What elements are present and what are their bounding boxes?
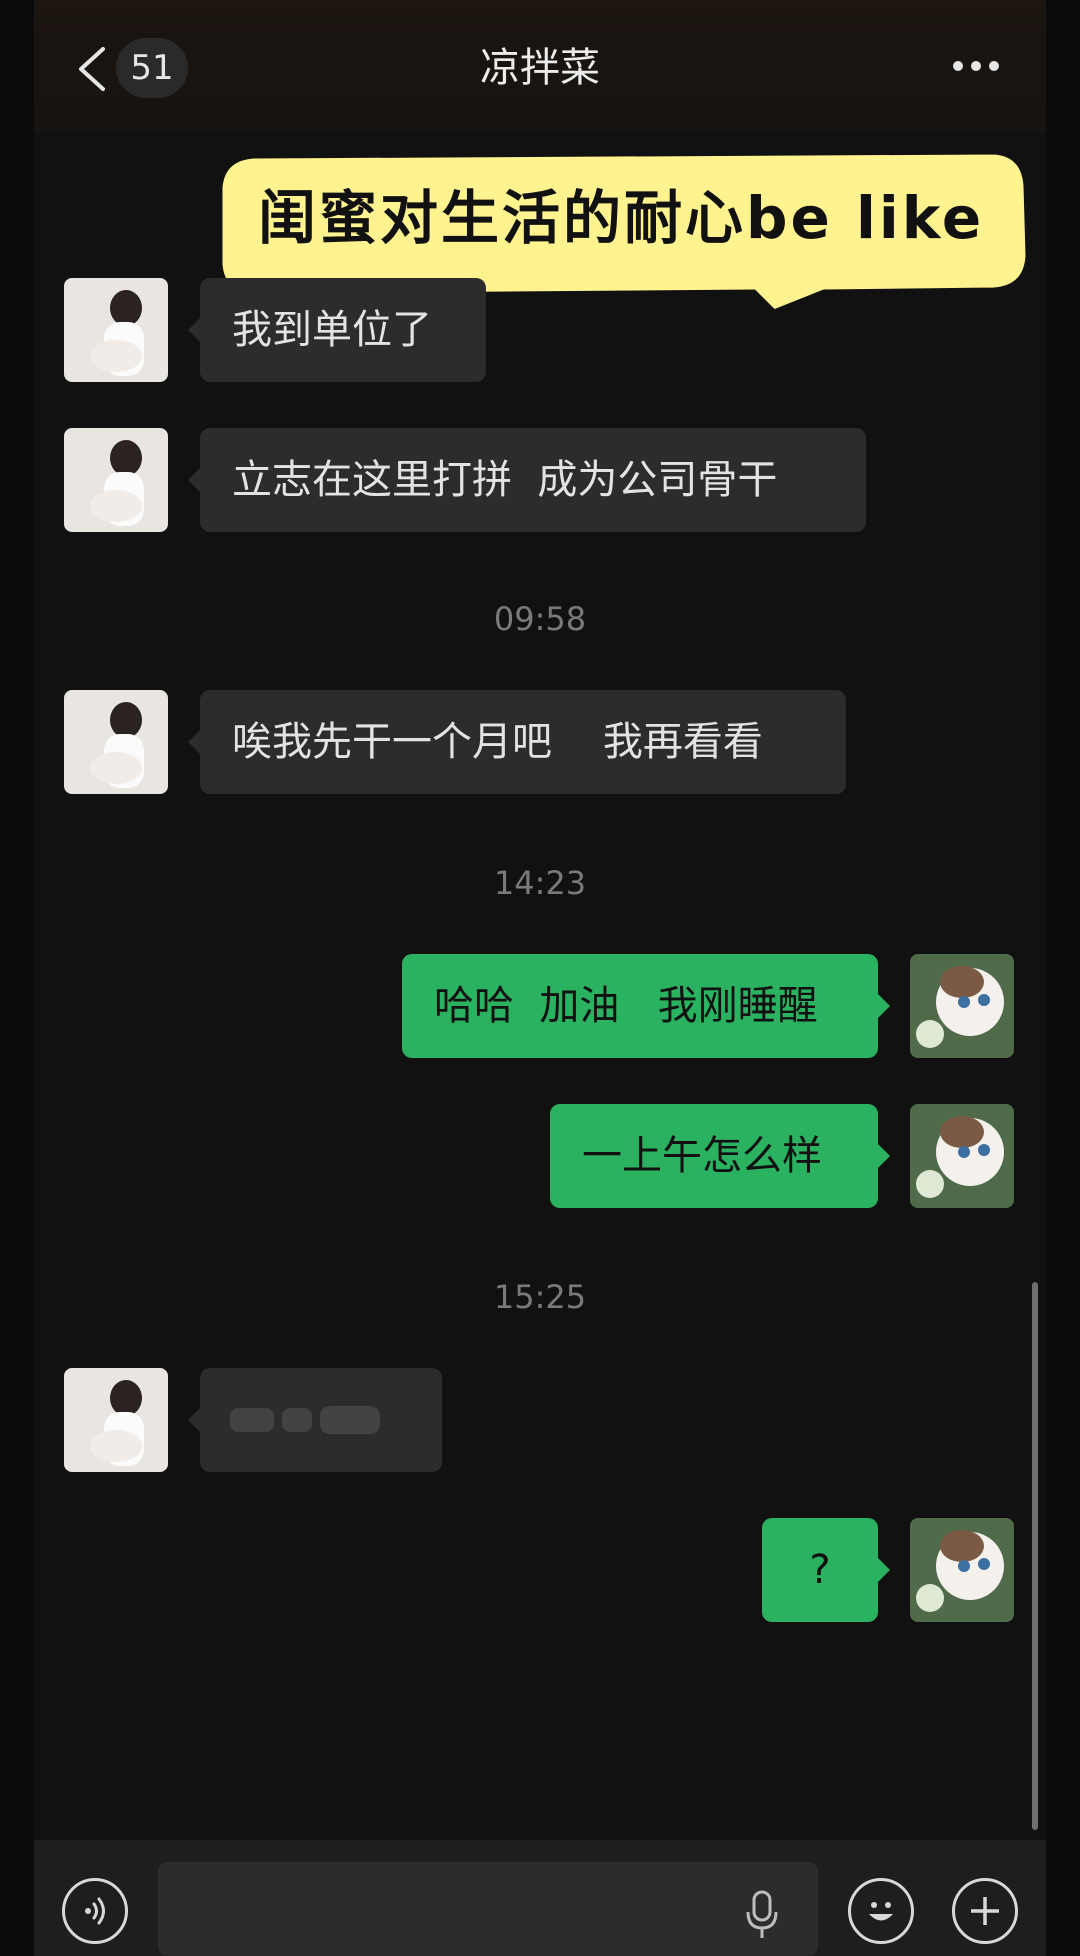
scrollbar[interactable] bbox=[1032, 1282, 1038, 1830]
message-bubble-incoming[interactable]: 唉我先干一个月吧 我再看看 bbox=[188, 690, 846, 794]
chat-title: 凉拌菜 bbox=[480, 45, 600, 91]
voice-toggle-button[interactable] bbox=[62, 1878, 128, 1944]
plus-icon bbox=[971, 1897, 999, 1925]
more-horizontal-icon bbox=[953, 61, 999, 71]
message-bubble-incoming[interactable]: 我到单位了 bbox=[188, 278, 486, 382]
message-bubble-incoming-blurred[interactable] bbox=[188, 1368, 442, 1472]
message-bubble-outgoing[interactable]: 哈哈 加油 我刚睡醒 bbox=[402, 954, 890, 1058]
emoji-icon bbox=[869, 1902, 893, 1921]
contact-avatar[interactable] bbox=[64, 690, 168, 794]
message-input[interactable] bbox=[158, 1862, 818, 1956]
my-avatar[interactable] bbox=[910, 954, 1014, 1058]
voice-toggle-icon bbox=[85, 1897, 105, 1925]
plus-button[interactable] bbox=[952, 1878, 1018, 1944]
sticker-caption: 闺蜜对生活的耐心be like bbox=[258, 184, 985, 252]
contact-avatar[interactable] bbox=[64, 278, 168, 382]
mic-icon[interactable] bbox=[740, 1888, 784, 1942]
timestamp: 09:58 bbox=[493, 600, 587, 638]
blurred-content bbox=[230, 1406, 380, 1434]
message-bubble-outgoing[interactable]: 一上午怎么样 bbox=[550, 1104, 890, 1208]
message-bubble-outgoing[interactable]: ? bbox=[762, 1518, 890, 1622]
timestamp: 14:23 bbox=[493, 864, 587, 902]
my-avatar[interactable] bbox=[910, 1104, 1014, 1208]
contact-avatar[interactable] bbox=[64, 1368, 168, 1472]
timestamp: 15:25 bbox=[493, 1278, 587, 1316]
my-avatar[interactable] bbox=[910, 1518, 1014, 1622]
contact-avatar[interactable] bbox=[64, 428, 168, 532]
more-button[interactable] bbox=[946, 46, 1006, 86]
emoji-button[interactable] bbox=[848, 1878, 914, 1944]
message-bubble-incoming[interactable]: 立志在这里打拼 成为公司骨干 bbox=[188, 428, 866, 532]
